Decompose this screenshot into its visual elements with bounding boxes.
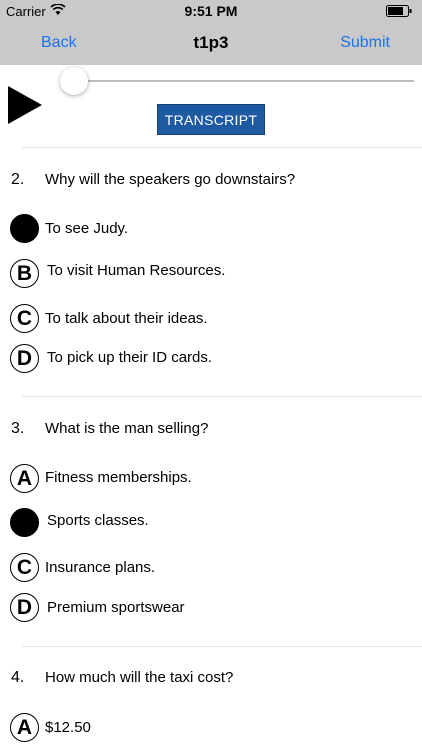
option-text[interactable]: $12.50 bbox=[45, 719, 91, 736]
question-number: 2. bbox=[11, 171, 25, 188]
navigation-bar: Carrier 9:51 PM Back t1p3 Submit bbox=[0, 0, 422, 65]
option-bubble-a[interactable]: A bbox=[10, 214, 39, 243]
section-divider bbox=[22, 147, 422, 148]
option-bubble-b[interactable]: B bbox=[10, 259, 39, 288]
option-bubble-a[interactable]: A bbox=[10, 464, 39, 493]
section-divider bbox=[22, 646, 422, 647]
option-bubble-d[interactable]: D bbox=[10, 593, 39, 622]
quiz-screen: Carrier 9:51 PM Back t1p3 Submit TRANSCR… bbox=[0, 0, 422, 750]
option-text[interactable]: Sports classes. bbox=[47, 512, 149, 529]
audio-progress-track[interactable] bbox=[74, 80, 414, 82]
option-text[interactable]: To pick up their ID cards. bbox=[47, 349, 212, 366]
section-divider bbox=[22, 396, 422, 397]
question-text: How much will the taxi cost? bbox=[45, 669, 234, 686]
option-bubble-c[interactable]: C bbox=[10, 553, 39, 582]
option-text[interactable]: Insurance plans. bbox=[45, 559, 155, 576]
option-text[interactable]: To see Judy. bbox=[45, 220, 128, 237]
option-text[interactable]: To visit Human Resources. bbox=[47, 262, 225, 279]
option-bubble-a[interactable]: A bbox=[10, 713, 39, 742]
option-bubble-d[interactable]: D bbox=[10, 344, 39, 373]
transcript-button[interactable]: TRANSCRIPT bbox=[157, 104, 265, 135]
option-bubble-c[interactable]: C bbox=[10, 304, 39, 333]
battery-icon bbox=[386, 5, 412, 17]
question-number: 4. bbox=[11, 669, 25, 686]
option-text[interactable]: To talk about their ideas. bbox=[45, 310, 208, 327]
option-text[interactable]: Premium sportswear bbox=[47, 599, 185, 616]
submit-button[interactable]: Submit bbox=[340, 34, 390, 52]
question-text: Why will the speakers go downstairs? bbox=[45, 171, 296, 188]
audio-progress-thumb[interactable] bbox=[60, 67, 88, 95]
status-bar: Carrier 9:51 PM bbox=[0, 0, 422, 22]
question-number: 3. bbox=[11, 420, 25, 437]
play-icon[interactable] bbox=[8, 86, 42, 124]
status-time: 9:51 PM bbox=[184, 3, 238, 19]
option-bubble-b[interactable]: B bbox=[10, 508, 39, 537]
option-text[interactable]: Fitness memberships. bbox=[45, 469, 192, 486]
question-text: What is the man selling? bbox=[45, 420, 209, 437]
